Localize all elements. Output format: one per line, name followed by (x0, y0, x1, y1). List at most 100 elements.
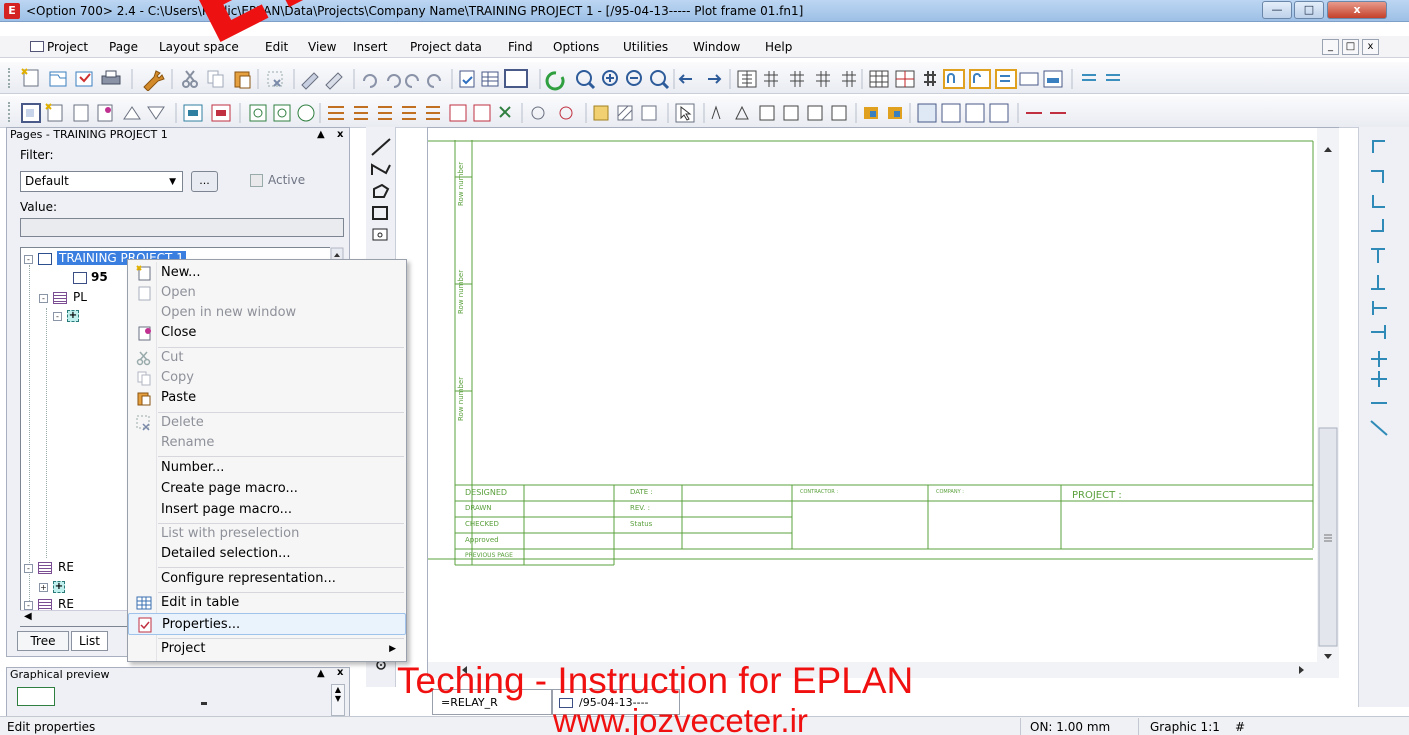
tree-page-node[interactable]: 95 (91, 270, 108, 284)
menu-item-detailed-selection[interactable]: Detailed selection... (128, 543, 406, 565)
menu-item-properties[interactable]: Properties... (128, 613, 406, 635)
menu-item-close[interactable]: Close (128, 322, 406, 344)
redo-list-icon (427, 74, 441, 88)
mdi-minimize-button[interactable]: _ (1322, 39, 1339, 55)
menu-item-copy[interactable]: Copy (128, 367, 406, 389)
preview-scrollbar[interactable]: ▲ ▼ (331, 684, 345, 716)
toolbar-grip-2[interactable] (8, 102, 11, 122)
structure-box-icon (593, 105, 609, 121)
tree-re2-node[interactable]: RE (58, 597, 74, 611)
filter-b-icon (1106, 74, 1120, 81)
document-icon (30, 41, 44, 52)
menu-view[interactable]: View (308, 40, 336, 54)
toolbar-grip[interactable] (8, 68, 11, 88)
schematic-canvas[interactable]: Row number Row number Row number DESIGNE… (427, 127, 1339, 678)
menu-find[interactable]: Find (508, 40, 533, 54)
menu-item-paste[interactable]: Paste (128, 387, 406, 409)
view-2-icon (941, 103, 961, 123)
tree-re-node[interactable]: RE (58, 560, 74, 574)
connection-d-icon (816, 71, 830, 87)
connection-c-icon (790, 71, 804, 87)
menu-item-edit-in-table[interactable]: Edit in table (128, 592, 406, 614)
menu-item-insert-page-macro[interactable]: Insert page macro... (128, 499, 406, 521)
panel-pin-icon[interactable]: ▲ (317, 128, 325, 141)
project-icon (38, 253, 52, 265)
monitor-icon (504, 69, 528, 88)
expand-icon[interactable]: + (39, 583, 48, 592)
menu-page[interactable]: Page (109, 40, 138, 54)
tree-line (46, 308, 47, 558)
copy-icon (137, 371, 151, 386)
filter-browse-button[interactable]: ... (191, 171, 218, 192)
close-page-icon (97, 104, 113, 122)
wrench-icon (143, 70, 165, 91)
list-icon (38, 562, 52, 574)
undo-list-icon (387, 74, 401, 88)
approved-label: Approved (465, 536, 499, 544)
text-icon (711, 105, 721, 120)
menu-item-open-new-window[interactable]: Open in new window (128, 302, 406, 324)
menu-item-label: List with preselection (161, 526, 300, 541)
view-1-icon (917, 103, 937, 123)
menu-item-cut[interactable]: Cut (128, 347, 406, 369)
filter-select[interactable]: Default ▼ (20, 171, 183, 192)
menu-item-label: Configure representation... (161, 571, 336, 586)
standard-toolbar-icons (21, 68, 1120, 91)
menu-item-open[interactable]: Open (128, 282, 406, 304)
eplan-icon: E (4, 3, 20, 19)
menu-options[interactable]: Options (553, 40, 599, 54)
menu-item-list-with-preselection[interactable]: List with preselection (128, 523, 406, 545)
panel-close-icon[interactable]: x (337, 667, 343, 678)
delete-icon (267, 71, 283, 87)
menu-window[interactable]: Window (693, 40, 740, 54)
menu-utilities[interactable]: Utilities (623, 40, 668, 54)
collapse-icon[interactable]: - (24, 601, 33, 610)
collapse-icon[interactable]: - (24, 255, 33, 264)
back-arrow-icon (678, 74, 692, 84)
mdi-close-button[interactable]: x (1362, 39, 1379, 55)
panel-pin-icon[interactable]: ▲ (317, 668, 325, 679)
project-label: PROJECT : (1072, 490, 1122, 501)
page-navigator-icon (459, 70, 475, 88)
menu-item-new[interactable]: New... (128, 262, 406, 284)
tree-pl-node[interactable]: PL (73, 290, 87, 304)
previous-page-label: PREVIOUS PAGE (465, 552, 513, 559)
menu-item-label: Properties... (162, 617, 241, 632)
copy-icon (207, 70, 224, 88)
menu-item-delete[interactable]: Delete (128, 412, 406, 434)
minimize-button[interactable]: — (1262, 1, 1292, 19)
menu-project-data[interactable]: Project data (410, 40, 482, 54)
menu-item-rename[interactable]: Rename (128, 432, 406, 454)
tab-tree[interactable]: Tree (17, 631, 69, 651)
close-window-button[interactable]: x (1327, 1, 1387, 19)
maximize-button[interactable]: □ (1294, 1, 1324, 19)
value-label: Value: (20, 200, 57, 214)
scroll-left-icon[interactable]: ◀ (24, 611, 32, 622)
collapse-icon[interactable]: - (24, 564, 33, 573)
device-1-icon (249, 104, 267, 122)
symbol-1-icon (943, 69, 965, 89)
collapse-icon[interactable]: - (39, 294, 48, 303)
menu-item-configure-representation[interactable]: Configure representation... (128, 568, 406, 590)
active-checkbox[interactable] (250, 174, 263, 187)
value-input[interactable] (20, 218, 344, 237)
tab-list[interactable]: List (71, 631, 108, 651)
mdi-restore-button[interactable]: □ (1342, 39, 1359, 55)
menu-item-project[interactable]: Project ▶ (128, 638, 406, 660)
row-number-label: Row number (457, 376, 465, 421)
zoom-100-icon (650, 70, 670, 90)
connection-symbols-toolbar (1358, 127, 1409, 707)
menu-help[interactable]: Help (765, 40, 792, 54)
panel-close-icon[interactable]: x (337, 128, 343, 141)
menu-item-number[interactable]: Number... (128, 457, 406, 479)
collapse-icon[interactable]: - (53, 312, 62, 321)
menu-insert[interactable]: Insert (353, 40, 387, 54)
format-painter-icon (325, 72, 343, 90)
hash-icon (924, 71, 936, 86)
canvas-vertical-scrollbar[interactable] (1317, 128, 1339, 678)
menu-item-create-page-macro[interactable]: Create page macro... (128, 478, 406, 500)
menu-project[interactable]: Project (47, 40, 88, 54)
preview-marker (201, 702, 207, 705)
menu-item-label: Detailed selection... (161, 546, 291, 561)
filter-label: Filter: (20, 148, 54, 162)
